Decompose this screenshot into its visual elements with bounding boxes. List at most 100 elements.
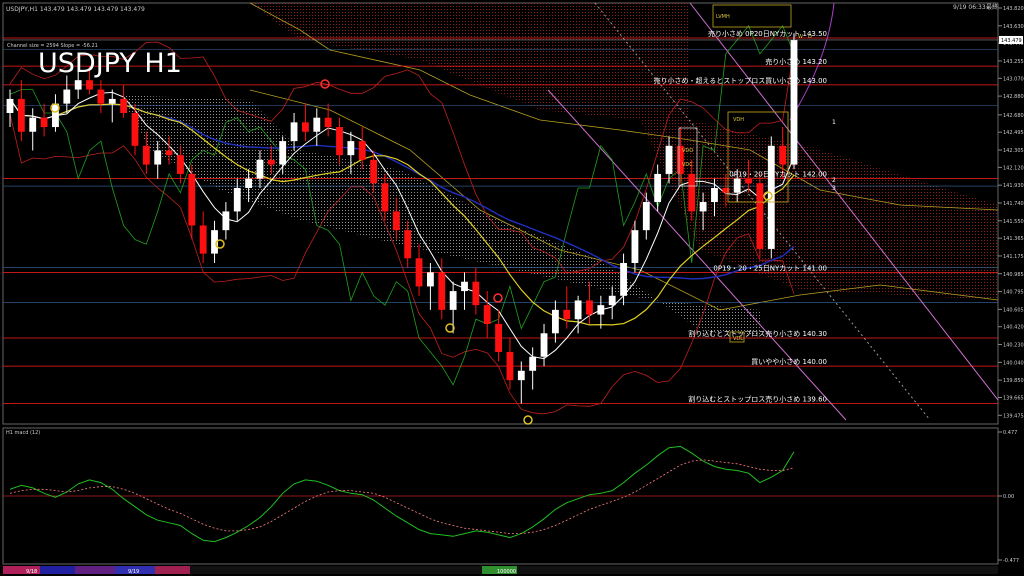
candle-body bbox=[665, 145, 673, 174]
current-price-label: 143.479 bbox=[1001, 38, 1022, 44]
price-tick-label: 142.680 bbox=[1003, 113, 1024, 119]
candle-body bbox=[540, 333, 548, 357]
date-label-2: 9/19 bbox=[128, 569, 139, 575]
price-tick-label: 141.175 bbox=[1003, 254, 1024, 260]
price-tick-label: 141.365 bbox=[1003, 236, 1024, 242]
macd-title: H1 macd (12) bbox=[6, 430, 40, 436]
channel-label: 3 bbox=[832, 185, 836, 192]
level-label: 割り込むとストップロス売り小さめ 139.60 bbox=[688, 395, 827, 404]
candle-body bbox=[154, 150, 162, 165]
price-tick-label: 142.880 bbox=[1003, 94, 1024, 100]
candle-body bbox=[779, 145, 787, 165]
candle-body bbox=[586, 300, 593, 315]
timestamp: 9/19 06:33 bbox=[953, 4, 986, 11]
time-scale-bar[interactable]: 9/18 9/19 100000 bbox=[3, 566, 998, 575]
candle-body bbox=[597, 305, 605, 315]
date-label-1: 9/18 bbox=[26, 569, 37, 575]
candle-body bbox=[142, 145, 150, 165]
candle-body bbox=[574, 300, 582, 320]
candle-body bbox=[392, 211, 400, 231]
candle-body bbox=[461, 281, 468, 292]
candle-body bbox=[404, 230, 412, 259]
candle-body bbox=[131, 112, 139, 146]
box-label: VDO bbox=[682, 148, 693, 154]
price-tick-label: 142.495 bbox=[1003, 130, 1024, 136]
candle-body bbox=[29, 117, 37, 132]
price-tick-label: 143.630 bbox=[1003, 24, 1024, 30]
price-tick-label: 141.550 bbox=[1003, 219, 1024, 225]
candle-body bbox=[472, 281, 480, 306]
candle-body bbox=[86, 80, 93, 90]
level-label: 0P19・20日NYカット 142.00 bbox=[729, 171, 827, 179]
candle-body bbox=[495, 323, 502, 353]
indicator-legend: Channel size = 2594 Slope = -56.21 bbox=[7, 43, 98, 49]
price-tick-label: 140.605 bbox=[1003, 307, 1024, 313]
candle-body bbox=[517, 370, 525, 381]
price-tick-label: 143.820 bbox=[1003, 6, 1024, 12]
candle-body bbox=[745, 178, 752, 184]
candle-body bbox=[483, 305, 491, 324]
candle-body bbox=[336, 127, 343, 156]
candle-body bbox=[245, 178, 253, 188]
candle-body bbox=[551, 309, 559, 334]
candle-body bbox=[711, 187, 718, 203]
footer-code: 100000 bbox=[497, 569, 516, 575]
level-label: 0P19・20・25日NYカット 141.00 bbox=[713, 264, 827, 272]
price-tick-label: 140.985 bbox=[1003, 272, 1024, 278]
price-tick-label: 139.850 bbox=[1003, 378, 1024, 384]
level-label: 買いやや小さめ 140.00 bbox=[751, 357, 827, 366]
candle-body bbox=[17, 98, 25, 132]
candle-body bbox=[177, 155, 184, 174]
candle-body bbox=[279, 141, 287, 165]
box-label: VDC bbox=[682, 162, 693, 168]
symbol-info: USDJPY,H1 143.479 143.479 143.479 143.47… bbox=[6, 6, 145, 13]
level-label: 割り込むとストップロス売り小さめ 140.30 bbox=[688, 329, 827, 338]
price-tick-label: 140.420 bbox=[1003, 325, 1024, 331]
candle-body bbox=[6, 98, 14, 113]
candle-body bbox=[347, 141, 355, 156]
price-tick-label: 141.930 bbox=[1003, 183, 1024, 189]
candle-body bbox=[449, 291, 457, 310]
channel-label: 1 bbox=[832, 119, 836, 126]
candle-body bbox=[529, 356, 537, 371]
price-tick-label: 140.040 bbox=[1003, 360, 1024, 366]
price-tick-label: 141.740 bbox=[1003, 201, 1024, 207]
candle-body bbox=[756, 183, 764, 249]
candle-body bbox=[222, 211, 230, 231]
macd-tick-label: -0.477 bbox=[1003, 558, 1019, 564]
macd-tick-label: 0.00 bbox=[1003, 494, 1014, 500]
candle-body bbox=[74, 80, 82, 90]
status-text: 最終 bbox=[986, 3, 998, 11]
price-tick-label: 143.070 bbox=[1003, 76, 1024, 82]
candle-body bbox=[63, 89, 71, 104]
candle-body bbox=[267, 159, 275, 165]
candle-body bbox=[52, 103, 59, 128]
candle-body bbox=[165, 150, 173, 156]
box-label: LVMH bbox=[716, 14, 730, 20]
price-tick-label: 142.120 bbox=[1003, 165, 1024, 171]
candle-body bbox=[313, 117, 321, 132]
level-label: 売り小さめ・超えるとストップロス買い小さめ 143.00 bbox=[653, 76, 827, 85]
candle-body bbox=[324, 117, 332, 128]
price-tick-label: 139.665 bbox=[1003, 396, 1024, 402]
candle-body bbox=[290, 122, 298, 142]
candle-body bbox=[642, 202, 650, 231]
candle-body bbox=[415, 258, 423, 287]
chart-title: USDJPY H1 bbox=[38, 48, 182, 79]
candle-body bbox=[188, 173, 196, 226]
box-label: VDH bbox=[733, 117, 744, 123]
candle-body bbox=[688, 173, 696, 212]
candle-body bbox=[654, 173, 662, 203]
candle-body bbox=[426, 272, 434, 287]
candle-body bbox=[631, 230, 639, 263]
candle-body bbox=[506, 352, 514, 381]
candle-body bbox=[233, 187, 241, 212]
level-label: 売り小さめ 0P20日NYカット 143.50 bbox=[708, 29, 827, 38]
candle-body bbox=[256, 159, 264, 179]
candle-body bbox=[699, 202, 707, 212]
macd-tick-label: 0.477 bbox=[1003, 430, 1017, 436]
price-tick-label: 140.230 bbox=[1003, 343, 1024, 349]
candle-body bbox=[108, 98, 116, 104]
candle-body bbox=[620, 262, 627, 296]
channel-label: 2 bbox=[832, 177, 836, 184]
